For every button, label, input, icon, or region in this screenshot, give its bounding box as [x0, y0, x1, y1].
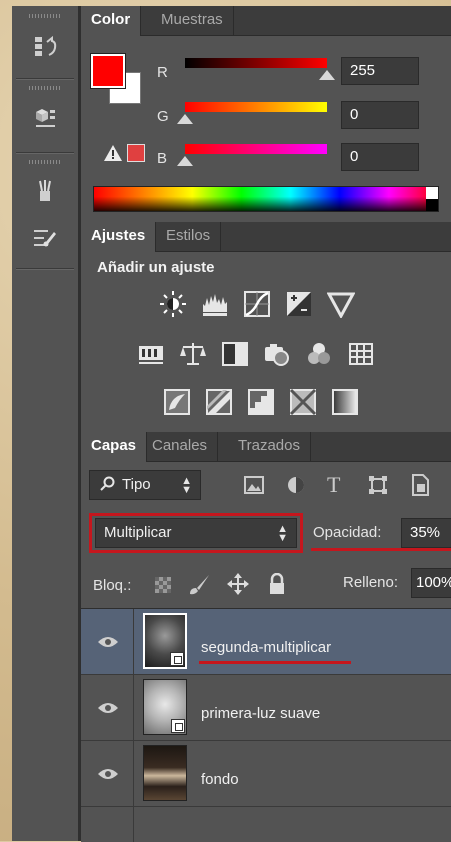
layer-filter-label: Tipo — [122, 476, 151, 493]
color-tabbar: Color Muestras — [81, 6, 451, 36]
black-white-icon[interactable] — [221, 340, 249, 368]
tab-adjustments[interactable]: Ajustes — [81, 222, 157, 252]
layer-name[interactable]: segunda-multiplicar — [201, 639, 331, 656]
tab-color[interactable]: Color — [81, 6, 142, 36]
gradient-map-icon[interactable] — [331, 388, 359, 416]
r-value-input[interactable]: 255 — [341, 57, 419, 85]
adjustments-tabbar: Ajustes Estilos — [81, 222, 451, 252]
invert-icon[interactable] — [163, 388, 191, 416]
tab-styles[interactable]: Estilos — [156, 222, 222, 251]
vibrance-icon[interactable] — [326, 290, 356, 320]
smart-object-badge-icon — [171, 719, 185, 733]
search-icon — [100, 476, 116, 497]
layer-thumbnail[interactable] — [143, 679, 187, 735]
b-label: B — [157, 150, 168, 167]
photoshop-panels: Color Muestras R 255 G 0 B 0 Ajustes Est… — [12, 6, 451, 842]
tab-paths[interactable]: Trazados — [228, 432, 311, 461]
lock-image-pixels-icon[interactable] — [187, 574, 211, 601]
r-slider-thumb[interactable] — [319, 70, 335, 80]
lock-transparent-pixels-icon[interactable] — [155, 577, 171, 593]
layer-filter-select[interactable]: Tipo ▲ ▼ — [89, 470, 201, 500]
dock-grip[interactable] — [29, 14, 61, 18]
color-balance-icon[interactable] — [179, 340, 207, 368]
filter-type-layer-icon[interactable]: T — [327, 472, 340, 498]
brush-options-icon[interactable] — [30, 222, 60, 252]
threshold-icon[interactable] — [247, 388, 275, 416]
b-value-input[interactable]: 0 — [341, 143, 419, 171]
brush-presets-icon[interactable] — [30, 176, 60, 206]
fill-input[interactable]: 100% — [411, 568, 451, 598]
fill-label: Relleno: — [343, 574, 399, 591]
photo-filter-icon[interactable] — [263, 340, 291, 368]
layer-thumbnail[interactable] — [143, 745, 187, 801]
layer-row[interactable]: fondo — [81, 741, 451, 807]
b-slider-thumb[interactable] — [177, 156, 193, 166]
filter-adjustment-layer-icon[interactable] — [286, 475, 306, 500]
color-lookup-icon[interactable] — [347, 340, 375, 368]
g-slider[interactable] — [185, 102, 327, 112]
layer-row[interactable]: segunda-multiplicar — [81, 609, 451, 675]
adjustments-heading: Añadir un ajuste — [97, 259, 215, 276]
smart-object-badge-icon — [170, 652, 184, 666]
tab-channels[interactable]: Canales — [142, 432, 219, 461]
tab-layers[interactable]: Capas — [81, 432, 148, 462]
eye-icon[interactable] — [97, 635, 119, 649]
eye-icon[interactable] — [97, 767, 119, 781]
b-slider[interactable] — [185, 144, 327, 154]
filter-shape-layer-icon[interactable] — [368, 475, 388, 500]
layer-row[interactable]: primera-luz suave — [81, 675, 451, 741]
layer-thumbnail[interactable] — [143, 613, 187, 669]
opacity-underline — [311, 548, 451, 551]
selective-color-icon[interactable] — [289, 388, 317, 416]
opacity-label: Opacidad: — [313, 524, 382, 541]
layer-name-underline — [199, 661, 351, 664]
out-of-gamut-warning-icon[interactable] — [103, 144, 123, 167]
eye-icon[interactable] — [97, 701, 119, 715]
updown-arrows-icon: ▲ ▼ — [181, 475, 192, 496]
layer-name[interactable]: primera-luz suave — [201, 705, 320, 722]
g-slider-thumb[interactable] — [177, 114, 193, 124]
filter-smart-object-icon[interactable] — [411, 474, 429, 501]
lock-position-icon[interactable] — [227, 573, 249, 600]
foreground-background-swatch[interactable] — [90, 53, 141, 104]
blend-mode-highlight — [89, 513, 303, 553]
history-icon[interactable] — [30, 32, 60, 62]
r-label: R — [157, 64, 168, 81]
curves-icon[interactable] — [243, 290, 271, 318]
levels-icon[interactable] — [201, 290, 229, 318]
g-label: G — [157, 108, 169, 125]
panels-column: Color Muestras R 255 G 0 B 0 Ajustes Est… — [81, 6, 451, 842]
dock-grip[interactable] — [29, 86, 61, 90]
lock-all-icon[interactable] — [268, 572, 286, 600]
3d-properties-icon[interactable] — [30, 102, 60, 132]
color-spectrum-ramp[interactable] — [93, 186, 439, 212]
g-value-input[interactable]: 0 — [341, 101, 419, 129]
ramp-black-white-swatch[interactable] — [426, 187, 438, 211]
channel-mixer-icon[interactable] — [305, 340, 333, 368]
r-slider[interactable] — [185, 58, 327, 68]
layers-tabbar: Capas Canales Trazados — [81, 432, 451, 462]
hue-saturation-icon[interactable] — [137, 340, 165, 368]
layers-list: segunda-multiplicar primera-luz suave fo… — [81, 608, 451, 842]
brightness-contrast-icon[interactable] — [159, 290, 187, 318]
filter-pixel-layer-icon[interactable] — [244, 476, 264, 499]
foreground-color-swatch[interactable] — [90, 53, 126, 89]
gamut-color-swatch[interactable] — [127, 144, 145, 162]
exposure-icon[interactable] — [285, 290, 313, 318]
opacity-input[interactable]: 35% — [401, 518, 451, 548]
tab-swatches[interactable]: Muestras — [151, 6, 234, 35]
posterize-icon[interactable] — [205, 388, 233, 416]
lock-label: Bloq.: — [93, 577, 132, 594]
layer-name[interactable]: fondo — [201, 771, 239, 788]
dock-grip[interactable] — [29, 160, 61, 164]
panel-dock-strip — [12, 6, 81, 841]
